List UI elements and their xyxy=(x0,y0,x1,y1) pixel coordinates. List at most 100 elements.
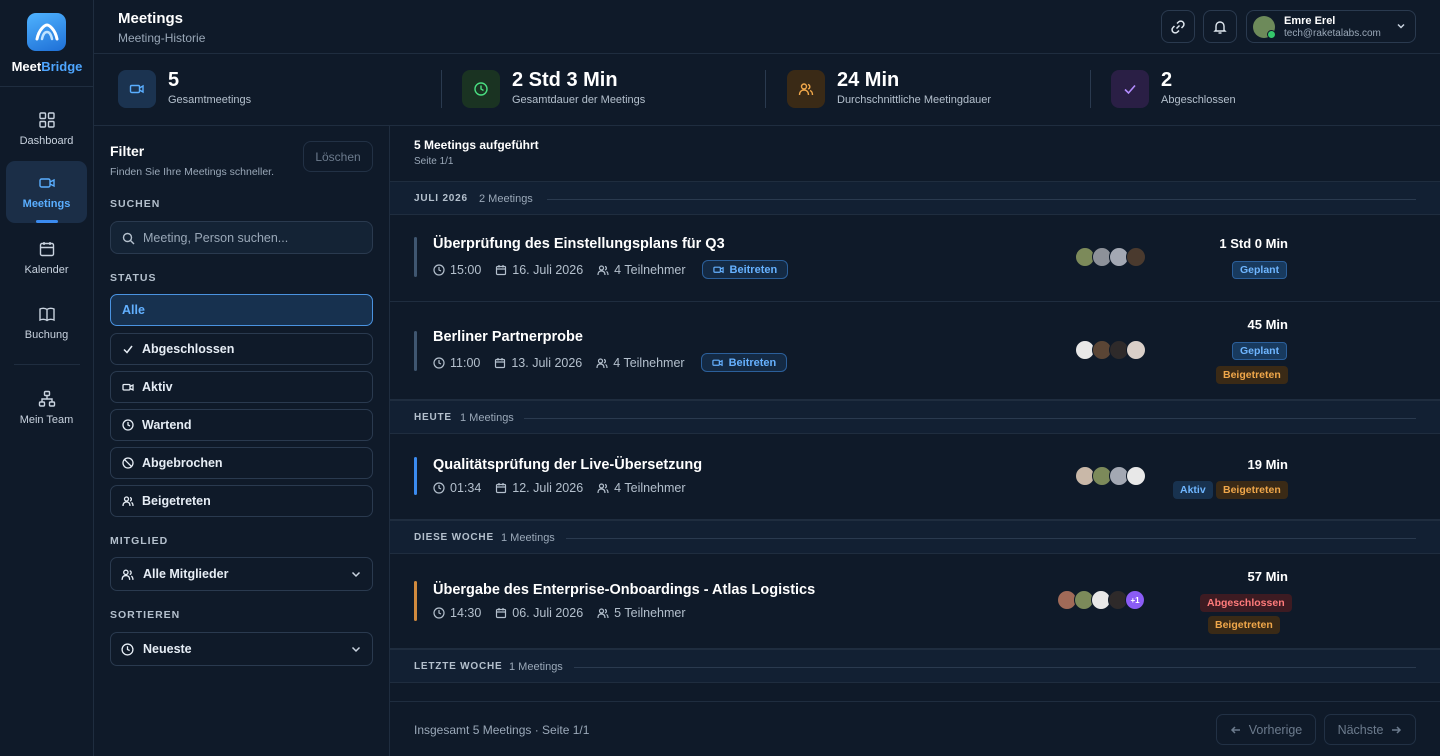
join-button[interactable]: Beitreten xyxy=(700,353,788,372)
status-badge: Beigetreten xyxy=(1216,481,1288,499)
nav-label: Dashboard xyxy=(19,135,74,147)
search-input[interactable] xyxy=(143,222,368,253)
logo-icon xyxy=(27,13,66,51)
nav-rail: MeetBridge Dashboard Meetings Kalender B… xyxy=(0,0,94,756)
list-footer: Insgesamt 5 Meetings · Seite 1/1 Vorheri… xyxy=(390,701,1440,756)
page-subtitle: Meeting-Historie xyxy=(118,31,206,45)
avatar xyxy=(1253,16,1276,39)
stat-label: Gesamtmeetings xyxy=(168,94,252,106)
nav-item-meetings[interactable]: Meetings xyxy=(6,161,87,223)
meeting-time: 01:34 xyxy=(450,481,482,495)
meeting-row[interactable]: Berliner Partnerprobe 11:00 13. Juli 202… xyxy=(390,302,1440,400)
group-name: JULI 2026 xyxy=(414,193,468,204)
nav-item-dashboard[interactable]: Dashboard xyxy=(6,98,87,160)
users-icon xyxy=(122,496,134,507)
meeting-participants: 4 Teilnehmer xyxy=(614,481,686,495)
stat-value: 24 Min xyxy=(837,69,900,91)
filter-subtitle: Finden Sie Ihre Meetings schneller. xyxy=(110,166,275,178)
member-select-value: Alle Mitglieder xyxy=(143,567,229,581)
ban-icon xyxy=(122,457,134,469)
clock-icon xyxy=(433,607,445,619)
group-header: LETZTE WOCHE 1 Meetings xyxy=(390,649,1440,683)
meeting-duration: 57 Min xyxy=(1247,569,1288,584)
meeting-title: Übergabe des Enterprise-Onboardings - At… xyxy=(433,582,816,598)
status-filter-label: Abgebrochen xyxy=(142,456,223,470)
meeting-participants: 4 Teilnehmer xyxy=(614,262,686,277)
calendar-icon xyxy=(496,483,507,494)
status-badge: Aktiv xyxy=(1173,481,1213,499)
user-email: tech@raketalabs.com xyxy=(1284,28,1381,39)
group-header: JULI 2026 2 Meetings xyxy=(390,181,1440,215)
meeting-duration: 45 Min xyxy=(1247,317,1288,332)
avatar xyxy=(1126,247,1146,267)
nav-item-mein-team[interactable]: Mein Team xyxy=(6,377,87,439)
footer-summary: Insgesamt 5 Meetings · Seite 1/1 xyxy=(414,723,590,737)
meeting-time: 14:30 xyxy=(450,606,482,620)
status-filter-abgebrochen[interactable]: Abgebrochen xyxy=(110,447,373,479)
sort-select[interactable]: Neueste xyxy=(110,632,373,666)
clock-icon xyxy=(433,356,445,369)
status-filter-abgeschlossen[interactable]: Abgeschlossen xyxy=(110,333,373,365)
status-badge: Abgeschlossen xyxy=(1200,594,1292,612)
meeting-duration: 19 Min xyxy=(1247,457,1288,472)
status-badge: Geplant xyxy=(1232,261,1288,279)
link-icon xyxy=(1171,19,1185,34)
user-name: Emre Erel xyxy=(1284,15,1336,27)
participant-avatars: +1 xyxy=(1057,590,1145,610)
chevron-down-icon xyxy=(351,646,361,653)
meetings-list: 5 Meetings aufgeführt Seite 1/1 JULI 202… xyxy=(390,126,1440,756)
member-select[interactable]: Alle Mitglieder xyxy=(110,557,373,591)
users-icon xyxy=(597,608,609,619)
status-filter-beigetreten[interactable]: Beigetreten xyxy=(110,485,373,517)
sort-select-value: Neueste xyxy=(143,642,192,656)
group-name: HEUTE xyxy=(414,412,452,423)
user-menu[interactable]: Emre Erel tech@raketalabs.com xyxy=(1246,10,1416,43)
clock-icon xyxy=(433,482,445,494)
video-icon xyxy=(122,383,134,392)
meeting-time: 11:00 xyxy=(450,355,481,370)
status-filter-wartend[interactable]: Wartend xyxy=(110,409,373,441)
status-label: STATUS xyxy=(110,272,157,284)
nav-label: Mein Team xyxy=(19,414,74,426)
list-page: Seite 1/1 xyxy=(414,156,454,167)
notifications-button[interactable] xyxy=(1203,10,1237,43)
meeting-row[interactable]: Überprüfung des Einstellungsplans für Q3… xyxy=(390,215,1440,302)
calendar-icon xyxy=(496,608,507,619)
nav-label: Buchung xyxy=(24,329,69,341)
chevron-down-icon xyxy=(1397,23,1405,29)
meeting-meta: 15:00 16. Juli 2026 4 Teilnehmer Beitret… xyxy=(433,260,789,279)
meeting-participants: 5 Teilnehmer xyxy=(614,606,686,620)
stats-row: 5 Gesamtmeetings 2 Std 3 Min Gesamtdauer… xyxy=(94,54,1440,126)
nav-item-buchung[interactable]: Buchung xyxy=(6,292,87,354)
meeting-title: Qualitätsprüfung der Live-Übersetzung xyxy=(433,457,703,473)
copy-link-button[interactable] xyxy=(1161,10,1195,43)
status-filter-aktiv[interactable]: Aktiv xyxy=(110,371,373,403)
participant-avatars xyxy=(1075,340,1146,360)
clear-filters-button[interactable]: Löschen xyxy=(303,141,373,172)
meeting-row[interactable]: Qualitätsprüfung der Live-Übersetzung 01… xyxy=(390,434,1440,520)
stat-value: 2 Std 3 Min xyxy=(512,69,618,91)
meeting-row[interactable]: Übergabe des Enterprise-Onboardings - At… xyxy=(390,554,1440,649)
nav-item-kalender[interactable]: Kalender xyxy=(6,227,87,289)
book-icon xyxy=(38,307,55,322)
status-filter-alle[interactable]: Alle xyxy=(110,294,373,326)
check-icon xyxy=(1111,70,1149,108)
clock-icon xyxy=(121,642,134,656)
users-icon xyxy=(597,483,609,494)
join-button[interactable]: Beitreten xyxy=(701,260,789,279)
participant-avatars xyxy=(1075,247,1146,267)
status-filter-label: Wartend xyxy=(142,418,192,432)
meeting-date: 06. Juli 2026 xyxy=(512,606,584,620)
next-page-button[interactable]: Nächste xyxy=(1324,714,1416,745)
search-box xyxy=(110,221,373,254)
previous-page-button[interactable]: Vorherige xyxy=(1216,714,1316,745)
status-filter-label: Aktiv xyxy=(142,380,173,394)
calendar-icon xyxy=(496,264,507,275)
search-icon xyxy=(122,232,135,245)
status-badge: Beigetreten xyxy=(1216,366,1288,384)
meeting-time: 15:00 xyxy=(450,262,482,277)
meeting-meta: 11:00 13. Juli 2026 4 Teilnehmer Beitret… xyxy=(433,353,788,372)
meeting-date: 13. Juli 2026 xyxy=(511,355,583,370)
group-header: HEUTE 1 Meetings xyxy=(390,400,1440,434)
avatar xyxy=(1126,340,1146,360)
